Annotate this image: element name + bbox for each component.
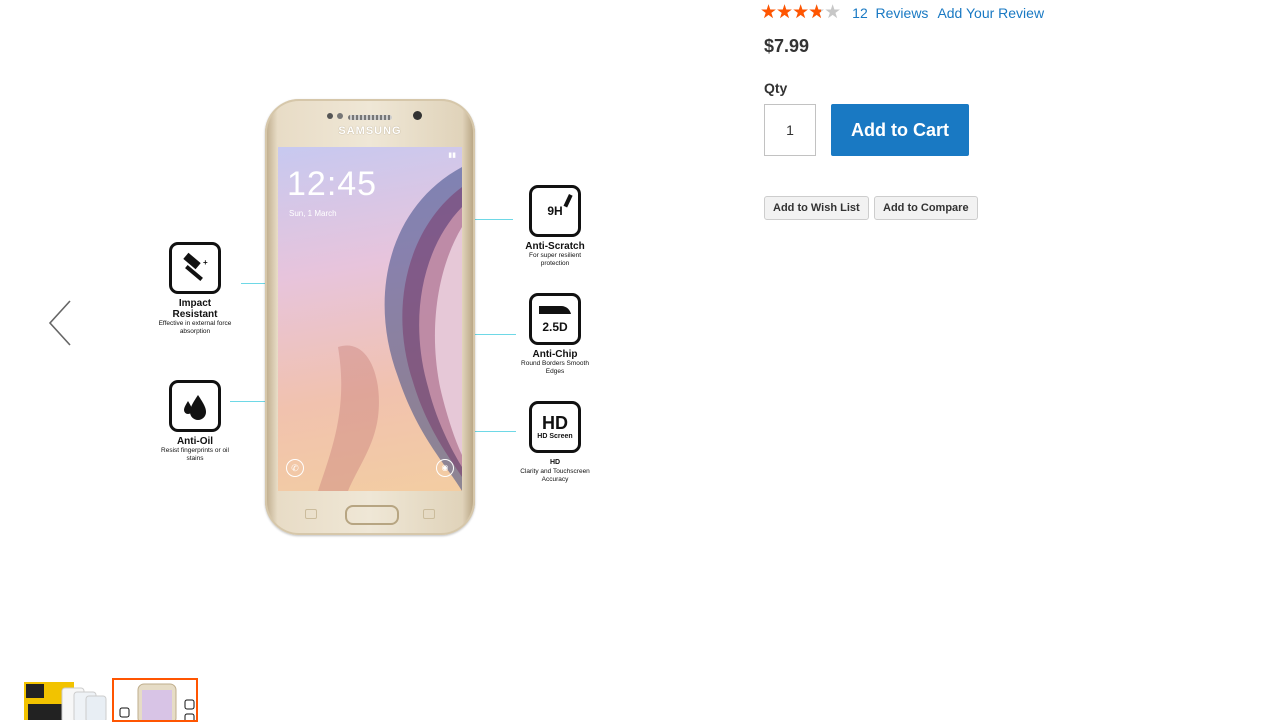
product-rating: ★★★★★ ★★★★★ 12 Reviews Add Your Review <box>760 3 1044 23</box>
feature-title: Anti-Chip <box>532 349 578 360</box>
feature-anti-chip: 2.5D Anti-Chip Round Borders Smooth Edge… <box>515 293 595 376</box>
feature-subtitle: Resist fingerprints or oil stains <box>161 447 229 462</box>
phone-front-camera <box>413 111 422 120</box>
phone-time: 12:45 <box>287 165 378 203</box>
feature-anti-oil: Anti-Oil Resist fingerprints or oil stai… <box>155 380 235 463</box>
pencil-icon: 9H <box>529 185 581 237</box>
thumbnail-image <box>24 682 107 720</box>
chevron-left-icon <box>48 300 71 346</box>
feature-subtitle: Effective in external force absorption <box>158 320 232 335</box>
water-drop-icon <box>169 380 221 432</box>
feature-title: Anti-Scratch <box>525 241 585 252</box>
phone-home-button <box>345 505 399 525</box>
product-gallery: SAMSUNG ▮▮ 12:45 Sun, 1 March ✆ ◉ + Impa… <box>0 0 740 722</box>
review-count: 12 <box>852 5 868 21</box>
add-to-cart-button[interactable]: Add to Cart <box>831 104 969 156</box>
feature-box-text: 2.5D <box>542 320 568 334</box>
rating-stars: ★★★★★ ★★★★★ <box>760 3 841 23</box>
add-to-wishlist-button[interactable]: Add to Wish List <box>764 196 869 220</box>
phone-illustration: SAMSUNG ▮▮ 12:45 Sun, 1 March ✆ ◉ <box>265 99 475 535</box>
qty-input[interactable] <box>764 104 816 156</box>
recent-apps-icon <box>305 509 317 519</box>
hd-screen-icon: HD HD Screen <box>529 401 581 453</box>
phone-brand: SAMSUNG <box>338 125 402 137</box>
add-to-compare-button[interactable]: Add to Compare <box>874 196 978 220</box>
phone-sensor <box>337 113 343 119</box>
star-filled-icons: ★★★★★ <box>760 3 821 23</box>
camera-icon: ◉ <box>436 459 454 477</box>
rounded-edge-icon: 2.5D <box>529 293 581 345</box>
thumbnail-2[interactable] <box>112 678 198 722</box>
feature-subtitle: For super resilient protection <box>528 252 582 267</box>
phone-screen: ▮▮ 12:45 Sun, 1 March ✆ ◉ <box>278 147 462 491</box>
feature-anti-scratch: 9H Anti-Scratch For super resilient prot… <box>515 185 595 268</box>
phone-date: Sun, 1 March <box>289 209 337 218</box>
phone-call-icon: ✆ <box>286 459 304 477</box>
feature-box-subtext: HD Screen <box>537 432 573 440</box>
reviews-label: Reviews <box>875 5 929 21</box>
add-review-link[interactable]: Add Your Review <box>937 5 1044 21</box>
qty-label: Qty <box>764 80 788 96</box>
hammer-icon: + <box>169 242 221 294</box>
feature-subtitle: Round Borders Smooth Edges <box>521 360 589 375</box>
thumbnail-image <box>114 680 196 720</box>
feature-title: Anti-Oil <box>176 436 214 447</box>
phone-sensor <box>327 113 333 119</box>
status-bar-icons: ▮▮ <box>448 152 456 159</box>
feature-hd: HD HD Screen HD Clarity and Touchscreen … <box>515 401 595 484</box>
feature-subtitle: Clarity and Touchscreen Accuracy <box>520 468 590 483</box>
main-product-image: SAMSUNG ▮▮ 12:45 Sun, 1 March ✆ ◉ + Impa… <box>150 95 600 540</box>
feature-title: Impact Resistant <box>172 298 218 320</box>
feature-box-text: HD <box>542 412 568 433</box>
phone-speaker <box>348 115 392 120</box>
reviews-link[interactable]: 12 Reviews <box>852 5 928 21</box>
feature-title: HD <box>549 459 561 466</box>
back-icon <box>423 509 435 519</box>
product-price: $7.99 <box>764 36 810 56</box>
thumbnail-1[interactable] <box>22 678 108 720</box>
gallery-prev-arrow[interactable] <box>40 298 80 348</box>
svg-text:+: + <box>203 258 208 267</box>
feature-impact-resistant: + Impact Resistant Effective in external… <box>155 242 235 336</box>
